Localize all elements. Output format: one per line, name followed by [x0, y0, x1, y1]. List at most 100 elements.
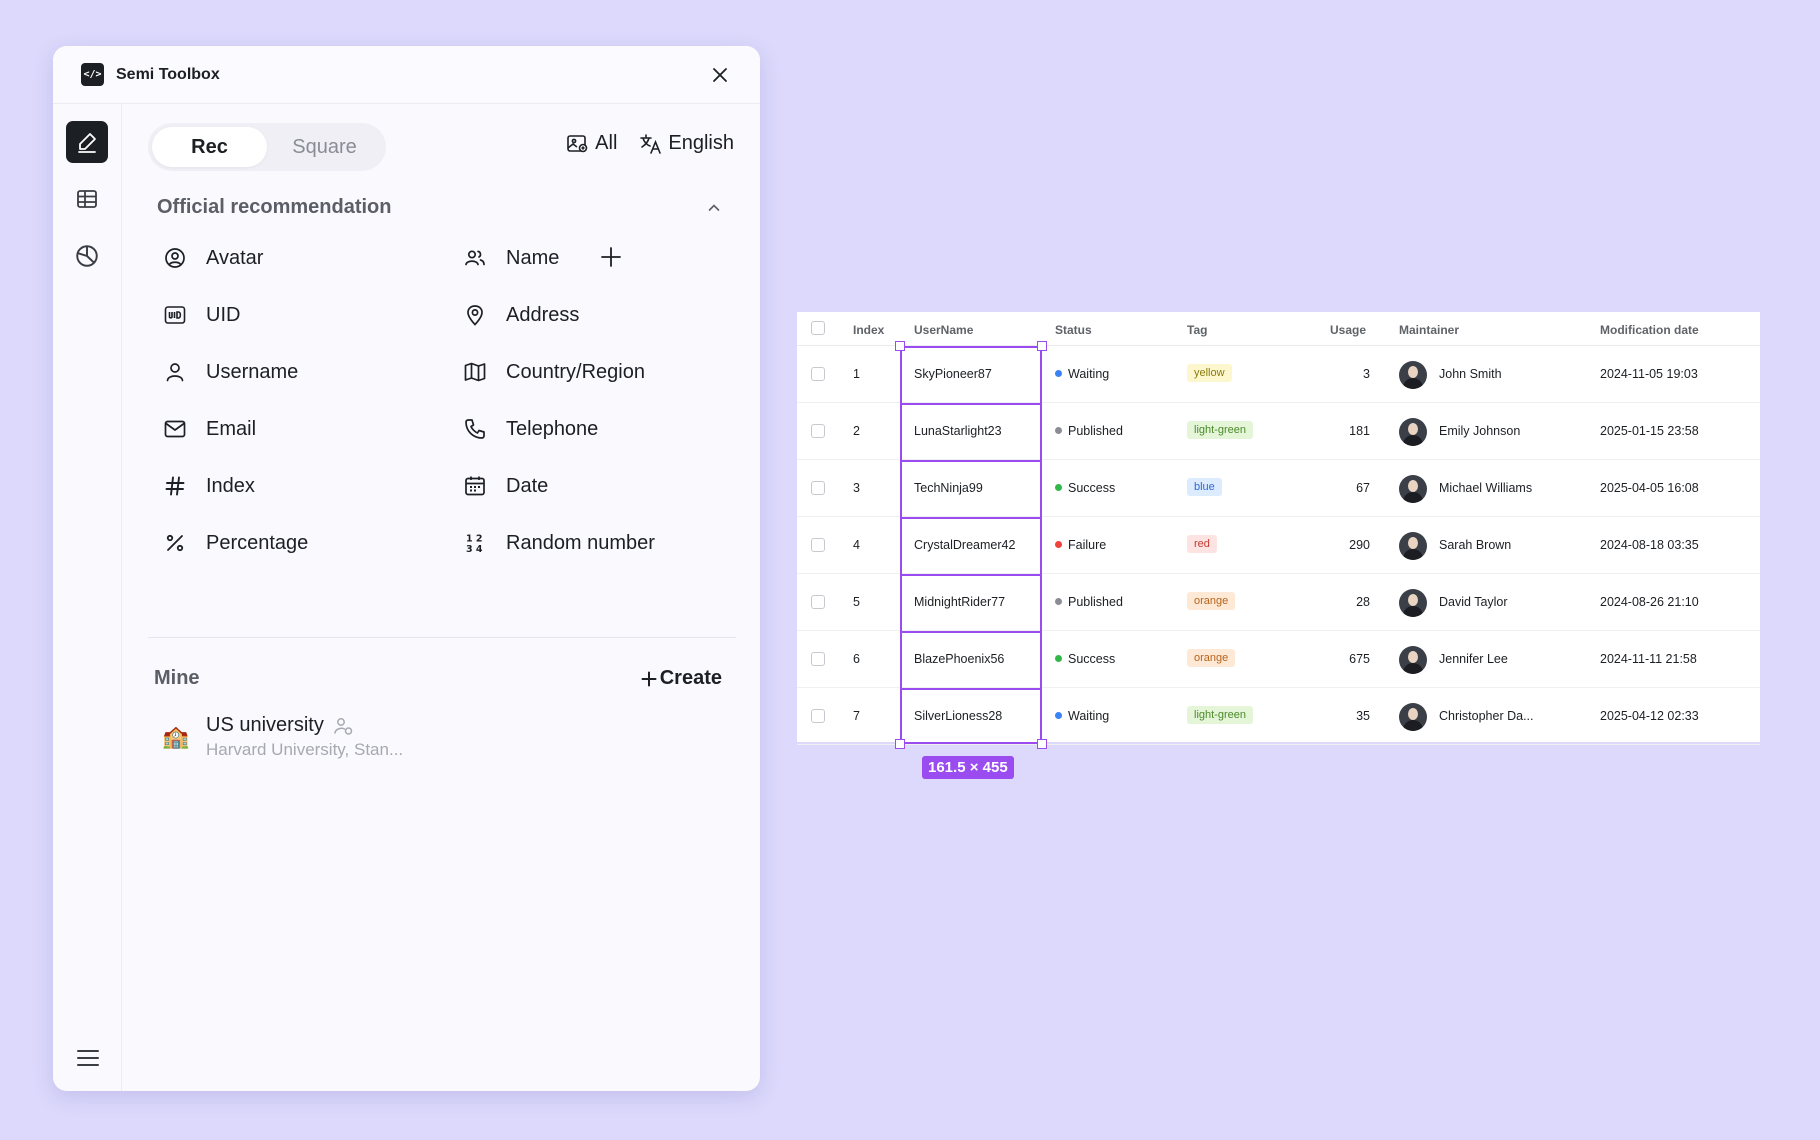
table-row[interactable]: 6 BlazePhoenix56 Success orange 675 Jennifer … — [797, 631, 1760, 688]
field-username[interactable]: Username — [162, 352, 298, 392]
row-checkbox[interactable] — [811, 709, 825, 723]
create-button[interactable]: Create — [641, 667, 722, 690]
table-row[interactable]: 4 CrystalDreamer42 Failure red 290 Sarah Brow… — [797, 517, 1760, 574]
map-icon — [464, 362, 486, 382]
cell-status: Waiting — [1055, 367, 1109, 381]
table-row[interactable]: 3 TechNinja99 Success blue 67 Michael William… — [797, 460, 1760, 517]
nav-table-button[interactable] — [66, 178, 108, 220]
status-text: Waiting — [1068, 709, 1110, 723]
select-all-checkbox[interactable] — [811, 321, 825, 335]
cell-status: Published — [1055, 595, 1123, 609]
cell-index: 2 — [853, 424, 860, 438]
field-telephone[interactable]: Telephone — [462, 409, 598, 449]
field-address[interactable]: Address — [462, 295, 579, 335]
field-label: Address — [506, 303, 580, 326]
status-text: Success — [1068, 652, 1116, 666]
field-avatar[interactable]: Avatar — [162, 238, 263, 278]
mine-item-us-university[interactable]: 🏫 US university Harvard University, Stan… — [162, 714, 403, 760]
cell-username: TechNinja99 — [914, 481, 983, 495]
table-row[interactable]: 5 MidnightRider77 Published orange 28 David T… — [797, 574, 1760, 631]
field-date[interactable]: Date — [462, 466, 548, 506]
uid-icon — [164, 306, 186, 324]
status-dot — [1055, 712, 1062, 719]
language-button[interactable]: English — [639, 132, 734, 155]
field-uid[interactable]: UID — [162, 295, 240, 335]
cell-index: 6 — [853, 652, 860, 666]
mine-item-name: US university — [206, 714, 324, 736]
cell-usage: 35 — [1356, 709, 1370, 723]
create-label: Create — [659, 667, 722, 689]
close-button[interactable] — [708, 63, 732, 87]
all-label: All — [595, 132, 618, 154]
field-label: Index — [206, 474, 255, 497]
field-label: Percentage — [206, 531, 309, 554]
school-icon: 🏫 — [162, 724, 190, 749]
col-modification-date: Modification date — [1600, 323, 1699, 337]
table-row[interactable]: 2 LunaStarlight23 Published light-green 181 E… — [797, 403, 1760, 460]
cell-index: 5 — [853, 595, 860, 609]
field-email[interactable]: Email — [162, 409, 256, 449]
chart-pie-icon — [76, 245, 98, 267]
cell-maintainer: John Smith — [1439, 367, 1502, 381]
mine-item-desc: Harvard University, Stan... — [206, 740, 404, 759]
field-random-number[interactable]: 1 23 4 Random number — [462, 523, 655, 563]
col-tag: Tag — [1187, 323, 1208, 337]
row-checkbox[interactable] — [811, 538, 825, 552]
all-button[interactable]: All — [566, 132, 617, 155]
field-index[interactable]: Index — [162, 466, 255, 506]
table-row[interactable]: 1 SkyPioneer87 Waiting yellow 3 John Smith 202… — [797, 346, 1760, 403]
row-checkbox[interactable] — [811, 652, 825, 666]
add-field-button[interactable] — [600, 246, 622, 273]
table-header: Index UserName Status Tag Usage Maintain… — [797, 312, 1760, 346]
menu-button[interactable] — [75, 1045, 101, 1071]
table-icon — [77, 190, 97, 208]
row-checkbox[interactable] — [811, 595, 825, 609]
cell-modification-date: 2025-04-05 16:08 — [1600, 481, 1699, 495]
tab-rec[interactable]: Rec — [152, 127, 267, 167]
collapse-button[interactable] — [706, 200, 722, 216]
col-usage: Usage — [1330, 323, 1367, 337]
row-checkbox[interactable] — [811, 367, 825, 381]
field-country-region[interactable]: Country/Region — [462, 352, 645, 392]
field-name[interactable]: Name — [462, 238, 559, 278]
col-index: Index — [853, 323, 885, 337]
row-checkbox[interactable] — [811, 424, 825, 438]
hamburger-icon — [77, 1050, 99, 1066]
col-username: UserName — [914, 323, 974, 337]
field-label: Avatar — [206, 246, 264, 269]
avatar — [1399, 646, 1427, 674]
field-label: Username — [206, 360, 299, 383]
status-dot — [1055, 427, 1062, 434]
field-percentage[interactable]: Percentage — [162, 523, 308, 563]
col-status: Status — [1055, 323, 1092, 337]
nav-chart-button[interactable] — [66, 235, 108, 277]
row-checkbox[interactable] — [811, 481, 825, 495]
cell-usage: 3 — [1363, 367, 1370, 381]
mine-header: Mine Create — [154, 667, 722, 690]
cell-usage: 181 — [1349, 424, 1370, 438]
nav-pen-button[interactable] — [66, 121, 108, 163]
app-logo-icon: </> — [81, 63, 104, 86]
cell-maintainer: Emily Johnson — [1439, 424, 1521, 438]
status-text: Published — [1068, 595, 1123, 609]
selection-size-label: 161.5 × 455 — [922, 756, 1014, 779]
phone-icon — [465, 419, 485, 439]
status-dot — [1055, 370, 1062, 377]
recommendation-header: Official recommendation — [157, 196, 722, 219]
status-text: Success — [1068, 481, 1116, 495]
status-text: Published — [1068, 424, 1123, 438]
user-circle-icon — [165, 248, 185, 268]
left-nav — [53, 104, 122, 1091]
chevron-up-icon — [708, 203, 720, 211]
field-label: Country/Region — [506, 360, 645, 383]
close-icon — [713, 67, 727, 82]
table-row[interactable]: 7 SilverLioness28 Waiting light-green 35 Chri… — [797, 688, 1760, 745]
cell-tag: light-green — [1187, 421, 1253, 439]
cell-status: Success — [1055, 652, 1115, 666]
field-label: UID — [206, 303, 241, 326]
col-maintainer: Maintainer — [1399, 323, 1460, 337]
cell-username: MidnightRider77 — [914, 595, 1006, 609]
status-dot — [1055, 484, 1062, 491]
cell-modification-date: 2025-01-15 23:58 — [1600, 424, 1699, 438]
tab-square[interactable]: Square — [267, 127, 382, 167]
